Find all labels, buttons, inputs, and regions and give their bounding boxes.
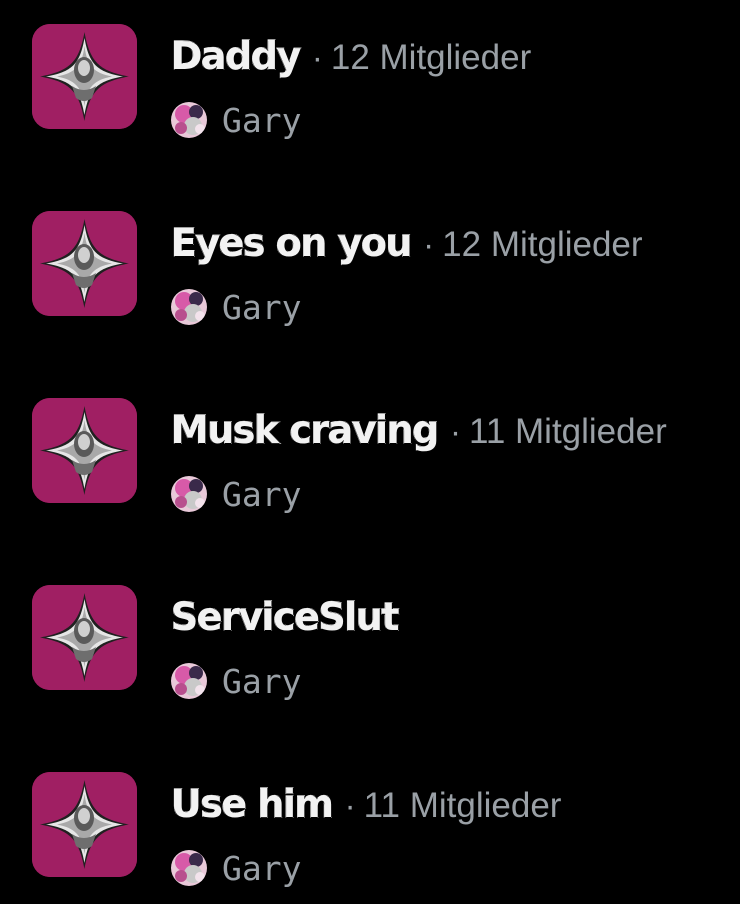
list-thumbnail-icon[interactable] — [32, 24, 137, 129]
list-item[interactable]: Use him · 11 Mitglieder Gary — [0, 748, 740, 888]
list-title-line[interactable]: ServiceSlut — [170, 594, 418, 645]
list-title-line[interactable]: Daddy · 12 Mitglieder — [170, 33, 532, 84]
owner-avatar-icon[interactable] — [171, 476, 207, 512]
owner-name[interactable]: Gary — [222, 849, 301, 888]
owner-avatar-icon[interactable] — [171, 289, 207, 325]
list-title-line[interactable]: Eyes on you · 12 Mitglieder — [170, 220, 643, 271]
list-name[interactable]: ServiceSlut — [170, 594, 400, 639]
list-thumbnail-icon[interactable] — [32, 211, 137, 316]
meta-separator: · — [311, 39, 323, 76]
owner-line[interactable]: Gary — [171, 848, 301, 888]
list-name[interactable]: Use him — [170, 781, 334, 826]
owner-name[interactable]: Gary — [222, 101, 301, 140]
list-name[interactable]: Eyes on you — [170, 220, 413, 265]
list-item[interactable]: Daddy · 12 Mitglieder Gary — [0, 0, 740, 140]
member-count: 12 Mitglieder — [442, 225, 643, 264]
meta-separator: · — [449, 413, 461, 450]
owner-line[interactable]: Gary — [171, 661, 301, 701]
owner-name[interactable]: Gary — [222, 475, 301, 514]
owner-name[interactable]: Gary — [222, 662, 301, 701]
list-name[interactable]: Daddy — [170, 33, 302, 78]
owner-avatar-icon[interactable] — [171, 850, 207, 886]
owner-name[interactable]: Gary — [222, 288, 301, 327]
list-name[interactable]: Musk craving — [170, 407, 440, 452]
member-count: 11 Mitglieder — [468, 412, 667, 451]
meta-separator: · — [344, 787, 356, 824]
list-thumbnail-icon[interactable] — [32, 585, 137, 690]
list-item[interactable]: ServiceSlut Gary — [0, 561, 740, 701]
meta-separator: · — [423, 226, 435, 263]
member-count: 12 Mitglieder — [330, 38, 532, 77]
list-thumbnail-icon[interactable] — [32, 398, 137, 503]
owner-line[interactable]: Gary — [171, 474, 301, 514]
list-item[interactable]: Musk craving · 11 Mitglieder Gary — [0, 374, 740, 514]
owner-avatar-icon[interactable] — [171, 102, 207, 138]
member-count: 11 Mitglieder — [363, 786, 562, 825]
owner-line[interactable]: Gary — [171, 287, 301, 327]
owner-avatar-icon[interactable] — [171, 663, 207, 699]
list-thumbnail-icon[interactable] — [32, 772, 137, 877]
owner-line[interactable]: Gary — [171, 100, 301, 140]
list-title-line[interactable]: Use him · 11 Mitglieder — [170, 781, 562, 832]
list-title-line[interactable]: Musk craving · 11 Mitglieder — [170, 407, 667, 458]
list-item[interactable]: Eyes on you · 12 Mitglieder Gary — [0, 187, 740, 327]
